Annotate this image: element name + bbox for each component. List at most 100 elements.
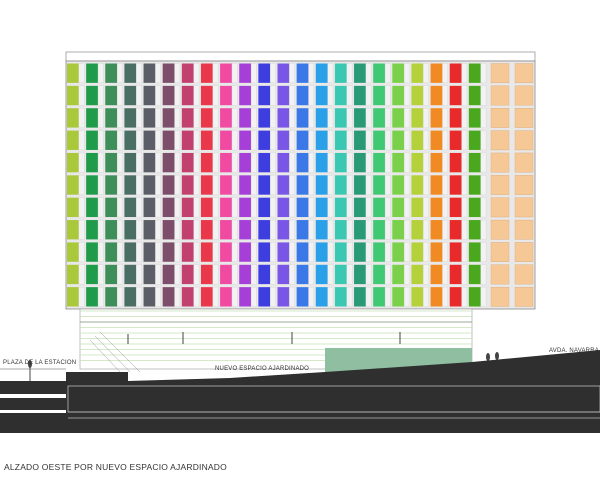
facade-panel — [181, 264, 194, 285]
window-gap — [136, 85, 142, 106]
window-gap — [346, 242, 353, 262]
facade-panel — [449, 242, 462, 262]
facade-panel — [315, 242, 328, 262]
window-gap — [423, 152, 429, 173]
window-gap — [212, 85, 219, 106]
window-gap — [155, 130, 161, 151]
facade-panel — [162, 130, 175, 150]
facade-panel — [468, 108, 481, 128]
facade-panel — [220, 287, 232, 307]
window-gap — [136, 130, 142, 151]
facade-panel — [430, 130, 443, 150]
window-gap — [174, 197, 181, 218]
window-gap — [480, 63, 487, 84]
window-gap — [155, 108, 161, 128]
window-gap — [365, 130, 372, 151]
window-gap — [289, 175, 295, 195]
window-gap — [423, 85, 429, 106]
window-gap — [174, 242, 181, 262]
window-gap — [155, 219, 161, 240]
window-gap — [346, 130, 353, 151]
window-gap — [78, 152, 85, 173]
facade-panel — [411, 287, 424, 307]
window-gap — [136, 63, 142, 84]
tower-panel — [490, 63, 510, 84]
facade-panel — [258, 197, 271, 218]
window-gap — [423, 219, 429, 240]
window-gap — [384, 242, 391, 262]
window-gap — [136, 108, 142, 128]
facade-panel — [124, 152, 137, 173]
window-gap — [365, 219, 372, 240]
window-gap — [193, 175, 200, 195]
window-gap — [423, 130, 429, 151]
avenue-label: AVDA. NAVARRA — [549, 348, 599, 354]
facade-panel — [392, 287, 405, 307]
facade-panel — [373, 197, 386, 218]
window-gap — [365, 264, 372, 285]
facade-panel — [162, 197, 175, 218]
tower-panel — [490, 286, 510, 307]
window-gap — [308, 175, 315, 195]
facade-panel — [277, 85, 290, 106]
facade-panel — [86, 264, 98, 285]
tower-panel — [490, 264, 510, 285]
window-gap — [404, 130, 410, 151]
facade-panel — [258, 152, 271, 173]
window-gap — [404, 219, 410, 240]
window-gap — [327, 286, 334, 307]
window-gap — [289, 197, 295, 218]
tower-panel — [490, 85, 510, 106]
facade-panel — [220, 63, 232, 83]
facade-panel — [315, 264, 328, 285]
facade-panel — [296, 63, 309, 83]
window-gap — [193, 286, 200, 307]
window-gap — [193, 85, 200, 106]
facade-panel — [354, 85, 366, 106]
facade-panel — [354, 63, 366, 83]
facade-panel — [67, 242, 79, 262]
facade-panel — [124, 197, 137, 218]
tower-panel — [490, 175, 510, 195]
window-gap — [212, 175, 219, 195]
window-gap — [384, 108, 391, 128]
window-gap — [289, 130, 295, 151]
window-gap — [155, 63, 161, 84]
window-gap — [78, 286, 85, 307]
window-gap — [97, 63, 104, 84]
window-gap — [212, 152, 219, 173]
facade-panel — [239, 108, 252, 128]
window-gap — [404, 264, 410, 285]
window-gap — [308, 197, 315, 218]
facade-panel — [392, 152, 405, 173]
window-gap — [174, 152, 181, 173]
facade-panel — [86, 108, 98, 128]
window-gap — [231, 108, 238, 128]
facade-panel — [105, 287, 118, 307]
window-gap — [250, 108, 257, 128]
window-gap — [442, 130, 448, 151]
tower-panel — [514, 152, 534, 173]
facade-panel — [392, 197, 405, 218]
facade-panel — [373, 108, 386, 128]
window-gap — [384, 63, 391, 84]
facade-panel — [373, 264, 386, 285]
facade-panel — [239, 197, 252, 218]
facade-panel — [86, 220, 98, 240]
window-gap — [116, 175, 123, 195]
facade-panel — [143, 85, 156, 106]
window-gap — [289, 264, 295, 285]
facade-panel — [220, 175, 232, 195]
window-gap — [97, 175, 104, 195]
window-gap — [97, 219, 104, 240]
facade-panel — [373, 63, 386, 83]
window-gap — [212, 219, 219, 240]
facade-panel — [430, 85, 443, 106]
tower-panel — [514, 219, 534, 240]
window-gap — [308, 130, 315, 151]
facade-panel — [86, 63, 98, 83]
window-gap — [327, 152, 334, 173]
facade-panel — [430, 152, 443, 173]
facade-panel — [124, 220, 137, 240]
facade-panel — [411, 130, 424, 150]
